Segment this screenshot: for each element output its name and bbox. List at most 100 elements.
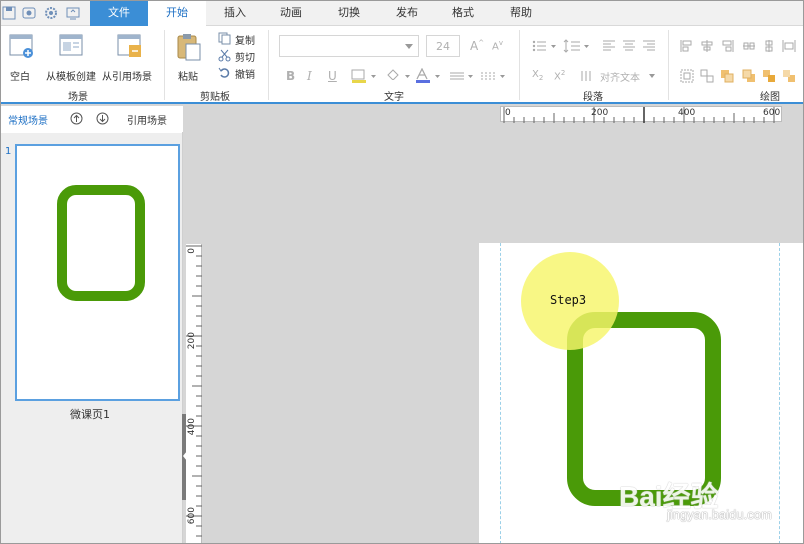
tab-insert[interactable]: 插入 — [206, 0, 264, 26]
align-middle-icon[interactable] — [700, 39, 714, 53]
highlight-color-icon[interactable] — [351, 69, 377, 83]
align-shapes-icon[interactable] — [680, 39, 694, 53]
chevron-down-icon — [405, 44, 413, 49]
ribbon-divider — [268, 30, 269, 100]
bullet-list-icon[interactable] — [532, 39, 558, 53]
callout-text[interactable]: Step3 — [550, 293, 586, 307]
tab-ref-scenes[interactable]: 引用场景 — [127, 112, 167, 127]
bold-button[interactable]: B — [286, 69, 295, 83]
ruler-label-v200: 200 — [187, 332, 197, 350]
superscript-button[interactable]: X2 — [554, 69, 565, 82]
align-right-icon[interactable] — [642, 39, 656, 51]
ribbon-divider — [164, 30, 165, 100]
font-size-input[interactable]: 24 — [426, 35, 460, 57]
thumbnail-shape — [57, 185, 145, 301]
slide-number: 1 — [5, 146, 12, 157]
fill-color-icon[interactable] — [385, 68, 411, 83]
align-left-icon[interactable] — [602, 39, 616, 51]
line-spacing-icon[interactable] — [563, 38, 591, 54]
dash-style-icon[interactable] — [480, 70, 508, 82]
ribbon-divider — [519, 30, 520, 100]
new-blank-button[interactable]: 空白 — [4, 32, 40, 84]
tab-normal-scenes[interactable]: 常规场景 — [8, 112, 48, 127]
grow-font-icon[interactable]: A^ — [470, 39, 484, 53]
shrink-font-icon[interactable]: Av — [492, 39, 503, 52]
move-up-icon[interactable] — [70, 112, 83, 125]
align-right-shape-icon[interactable] — [720, 39, 734, 53]
text-direction-icon[interactable] — [580, 70, 594, 82]
ruler-label-h600: 600 — [763, 108, 781, 118]
bring-to-front-icon[interactable] — [762, 69, 776, 83]
clipboard-group-label: 剪贴板 — [200, 92, 230, 103]
send-to-back-icon[interactable] — [782, 69, 796, 83]
send-backward-icon[interactable] — [742, 69, 756, 83]
slide-thumbnail[interactable] — [15, 144, 180, 401]
font-size-value: 24 — [436, 40, 450, 53]
paste-button[interactable]: 粘贴 — [170, 32, 208, 84]
slide-name: 微课页1 — [70, 408, 110, 421]
ruler-label-h400: 400 — [678, 108, 696, 118]
size-match-icon[interactable] — [782, 39, 796, 53]
paragraph-group-label: 段落 — [583, 92, 603, 103]
move-down-icon[interactable] — [96, 112, 109, 125]
bring-forward-icon[interactable] — [720, 69, 734, 83]
paste-icon — [177, 34, 201, 61]
ref-scene-icon — [117, 34, 141, 57]
save-icon[interactable] — [2, 6, 16, 20]
from-ref-scene-label: 从引用场景 — [102, 72, 152, 83]
cut-label: 剪切 — [235, 53, 255, 64]
slide-canvas[interactable]: Step3 Bai经验 jingyan.baidu.com — [479, 243, 804, 544]
undo-icon — [218, 67, 230, 78]
paste-label: 粘贴 — [178, 72, 198, 83]
tab-home[interactable]: 开始 — [148, 0, 206, 27]
italic-button[interactable]: I — [307, 69, 312, 83]
line-style-icon[interactable] — [449, 70, 475, 82]
scene-group-label: 场景 — [68, 92, 88, 103]
copy-label: 复制 — [235, 36, 255, 47]
underline-button[interactable]: U — [328, 69, 337, 83]
undo-label: 撤销 — [235, 70, 255, 81]
tab-publish[interactable]: 发布 — [378, 0, 436, 26]
undo-button[interactable]: 撤销 — [218, 65, 262, 81]
ribbon-divider — [668, 30, 669, 100]
horizontal-ruler: 0 200 400 600 — [500, 106, 782, 123]
from-ref-scene-button[interactable]: 从引用场景 — [102, 32, 160, 84]
subscript-button[interactable]: X2 — [532, 69, 543, 82]
chevron-down-icon — [649, 74, 655, 78]
scene-panel-header: 常规场景 引用场景 — [0, 106, 183, 139]
tab-animation[interactable]: 动画 — [262, 0, 320, 26]
scene-panel: 常规场景 引用场景 1 微课页1 — [0, 106, 183, 544]
ruler-ticks — [503, 107, 775, 123]
menu-bar: 文件 开始 插入 动画 切换 发布 格式 帮助 — [0, 0, 804, 27]
publish-icon[interactable] — [66, 6, 80, 20]
copy-button[interactable]: 复制 — [218, 31, 262, 47]
ruler-label-v0: 0 — [187, 248, 197, 254]
font-family-select[interactable] — [279, 35, 419, 57]
tab-format[interactable]: 格式 — [434, 0, 492, 26]
ungroup-icon[interactable] — [700, 69, 714, 83]
settings-icon[interactable] — [44, 6, 58, 20]
ruler-ticks — [186, 245, 202, 537]
watermark-url: jingyan.baidu.com — [667, 507, 772, 522]
preview-icon[interactable] — [22, 6, 36, 20]
align-center-icon[interactable] — [622, 39, 636, 51]
font-color-icon[interactable] — [415, 68, 443, 83]
align-text-label: 对齐文本 — [600, 73, 640, 84]
template-icon — [59, 34, 83, 56]
guide-line — [500, 243, 501, 544]
tab-file[interactable]: 文件 — [90, 0, 148, 26]
distribute-icon[interactable] — [742, 39, 756, 53]
ruler-label-v600: 600 — [187, 507, 197, 525]
tab-help[interactable]: 帮助 — [492, 0, 550, 26]
cut-button[interactable]: 剪切 — [218, 48, 262, 64]
tab-transition[interactable]: 切换 — [320, 0, 378, 26]
guide-line — [779, 243, 780, 544]
ruler-label-h0: 0 — [505, 108, 511, 118]
group-icon[interactable] — [680, 69, 694, 83]
new-blank-label: 空白 — [10, 72, 30, 83]
ruler-label-h200: 200 — [591, 108, 609, 118]
ribbon: 空白 从模板创建 从引用场景 场景 粘贴 复制 剪切 撤销 剪贴板 24 A^ … — [0, 26, 804, 104]
align-text-button[interactable]: 对齐文本 — [600, 69, 658, 84]
from-template-button[interactable]: 从模板创建 — [44, 32, 102, 84]
distribute-vertical-icon[interactable] — [762, 39, 776, 53]
